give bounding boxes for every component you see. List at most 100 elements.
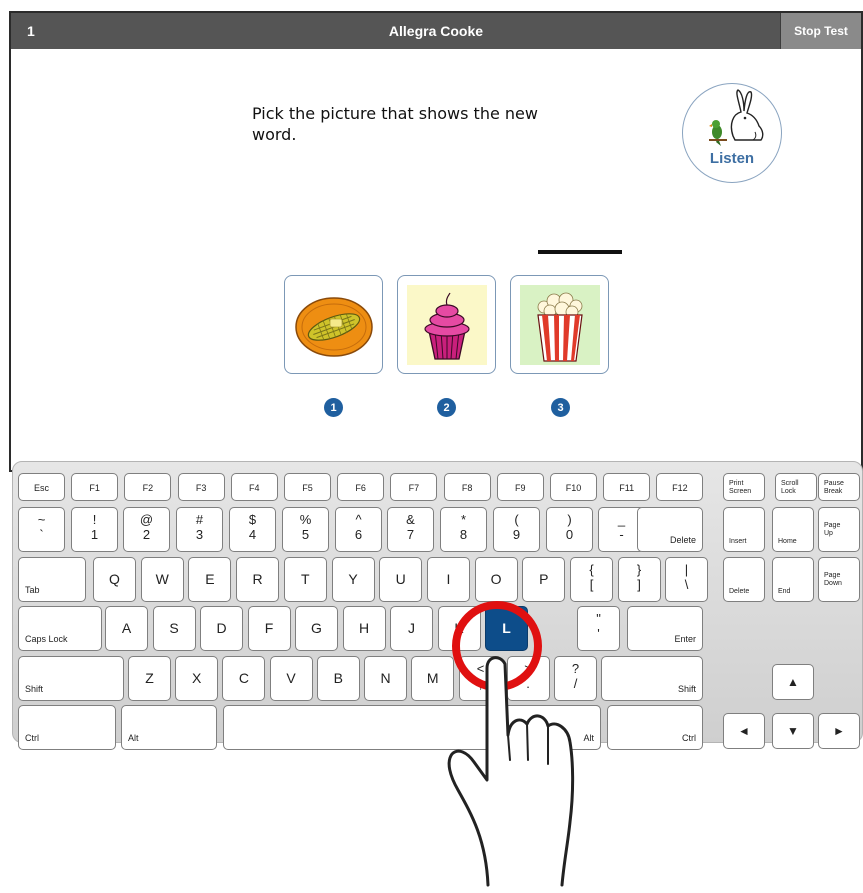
key-2[interactable]: @2: [123, 507, 170, 552]
key-sym[interactable]: >.: [506, 656, 550, 701]
key-print-screen[interactable]: Print Screen: [723, 473, 765, 501]
key-right-alt[interactable]: Alt: [561, 705, 601, 750]
key-1[interactable]: ! 1: [71, 507, 118, 552]
key-delete[interactable]: Delete: [723, 557, 765, 602]
key-c[interactable]: C: [222, 656, 266, 701]
key-m[interactable]: M: [411, 656, 455, 701]
key-sym[interactable]: {[: [570, 557, 613, 602]
key-y[interactable]: Y: [331, 557, 375, 602]
stop-test-button[interactable]: Stop Test: [780, 13, 861, 49]
key-j[interactable]: J: [390, 606, 433, 651]
key-5[interactable]: % 5: [282, 507, 329, 552]
key-home[interactable]: Home: [772, 507, 814, 552]
key-f7[interactable]: F7: [390, 473, 438, 501]
key-v[interactable]: V: [269, 656, 313, 701]
key-left-alt[interactable]: Alt: [121, 705, 217, 750]
key-esc[interactable]: Esc: [18, 473, 65, 501]
key-3[interactable]: #3: [176, 507, 223, 552]
key-f5[interactable]: F5: [284, 473, 331, 501]
key-i[interactable]: I: [426, 557, 470, 602]
key-l-highlighted[interactable]: L: [485, 606, 528, 651]
key-end[interactable]: End: [772, 557, 814, 602]
key-f[interactable]: F: [247, 606, 291, 651]
key-bottom-label: 4: [248, 527, 257, 542]
key-e[interactable]: E: [188, 557, 232, 602]
key-tab[interactable]: Tab: [18, 557, 86, 602]
key-label: Alt: [128, 733, 139, 743]
key-right-shift[interactable]: Shift: [601, 656, 703, 701]
key-u[interactable]: U: [379, 557, 423, 602]
key-top-label: ): [567, 512, 572, 527]
key-b[interactable]: B: [316, 656, 360, 701]
key-f8[interactable]: F8: [443, 473, 491, 501]
key-sym[interactable]: | \: [665, 557, 708, 602]
key-f3[interactable]: F3: [177, 473, 225, 501]
key-d[interactable]: D: [200, 606, 243, 651]
key-9[interactable]: (9: [493, 507, 540, 552]
key-q[interactable]: Q: [93, 557, 136, 602]
key-r[interactable]: R: [236, 557, 280, 602]
key-f4[interactable]: F4: [230, 473, 278, 501]
key-page-down[interactable]: Page Down: [818, 557, 860, 602]
key-f10[interactable]: F10: [550, 473, 597, 501]
key-page-up[interactable]: Page Up: [818, 507, 860, 552]
key-label: Page Up: [824, 522, 841, 537]
key-bottom-label: [: [589, 577, 594, 592]
key-sym[interactable]: ? /: [554, 656, 597, 701]
key-label: P: [539, 571, 549, 587]
key-backspace-delete[interactable]: Delete: [637, 507, 703, 552]
key-label: Print Screen: [729, 480, 752, 495]
key-bottom-label: 3: [195, 527, 204, 542]
key-f1[interactable]: F1: [71, 473, 119, 501]
key-left-ctrl[interactable]: Ctrl: [18, 705, 116, 750]
up-arrow-key[interactable]: ▲: [772, 664, 814, 700]
key-6[interactable]: ^ 6: [335, 507, 382, 552]
key-pause-break[interactable]: Pause Break: [818, 473, 860, 501]
key-o[interactable]: O: [474, 557, 518, 602]
key-sym[interactable]: }]: [617, 557, 661, 602]
key-scroll-lock[interactable]: Scroll Lock: [775, 473, 817, 501]
key-7[interactable]: & 7: [387, 507, 434, 552]
key-0[interactable]: ) 0: [546, 507, 593, 552]
choice-2-button[interactable]: [397, 275, 496, 374]
key-label: F: [264, 620, 274, 636]
key-f9[interactable]: F9: [496, 473, 544, 501]
left-arrow-key[interactable]: ◄: [723, 713, 765, 749]
key-label: F5: [302, 483, 313, 493]
choice-1-button[interactable]: [284, 275, 383, 374]
key-a[interactable]: A: [105, 606, 148, 651]
key-caps-lock[interactable]: Caps Lock: [18, 606, 102, 651]
key-f6[interactable]: F6: [337, 473, 385, 501]
key-enter[interactable]: Enter: [627, 606, 703, 651]
key-top-label: }: [636, 562, 642, 577]
key-8[interactable]: * 8: [440, 507, 487, 552]
down-arrow-key[interactable]: ▼: [772, 713, 814, 749]
key-sym[interactable]: ~ `: [18, 507, 65, 552]
key-sym[interactable]: <,: [459, 656, 502, 701]
key-z[interactable]: Z: [128, 656, 171, 701]
key-left-shift[interactable]: Shift: [18, 656, 124, 701]
key-f11[interactable]: F11: [603, 473, 651, 501]
key-label: B: [333, 670, 343, 686]
key-h[interactable]: H: [342, 606, 386, 651]
key-n[interactable]: N: [364, 656, 407, 701]
right-arrow-key[interactable]: ►: [818, 713, 860, 749]
key-4[interactable]: $4: [229, 507, 276, 552]
choice-3-button[interactable]: [510, 275, 609, 374]
key-f2[interactable]: F2: [124, 473, 172, 501]
key-k[interactable]: K: [437, 606, 481, 651]
key-s[interactable]: S: [152, 606, 196, 651]
key-quote[interactable]: " ': [577, 606, 620, 651]
key-label: K: [454, 620, 464, 636]
key-t[interactable]: T: [283, 557, 327, 602]
key-space[interactable]: [223, 705, 601, 750]
key-right-ctrl[interactable]: Ctrl: [607, 705, 703, 750]
key-x[interactable]: X: [175, 656, 219, 701]
key-top-label: !: [92, 512, 97, 527]
key-w[interactable]: W: [140, 557, 184, 602]
key-insert[interactable]: Insert: [723, 507, 765, 552]
key-f12[interactable]: F12: [656, 473, 704, 501]
key-p[interactable]: P: [522, 557, 566, 602]
key-g[interactable]: G: [295, 606, 338, 651]
listen-button[interactable]: Listen: [682, 83, 782, 183]
